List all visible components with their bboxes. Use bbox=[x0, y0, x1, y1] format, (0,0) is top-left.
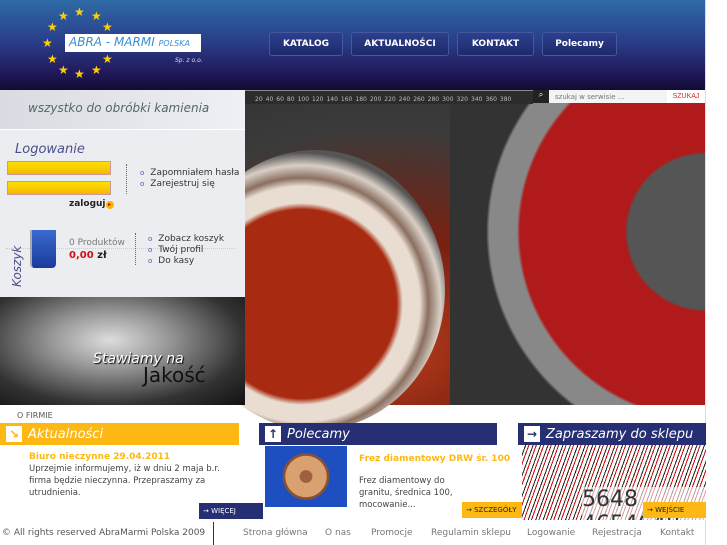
footer-link-contact[interactable]: Kontakt bbox=[660, 528, 694, 538]
cart-total: 0,00 zł bbox=[69, 250, 107, 261]
divider bbox=[126, 164, 127, 194]
login-title: Logowanie bbox=[15, 142, 85, 157]
footer-link-home[interactable]: Strona główna bbox=[243, 528, 308, 538]
basket-icon bbox=[30, 230, 56, 268]
ruler-tick-label: 340 bbox=[471, 96, 483, 103]
shop-enter-button[interactable]: → WEJŚCIE bbox=[643, 502, 706, 518]
ruler-tick-label: 160 bbox=[340, 96, 353, 103]
tagline: wszystko do obróbki kamienia bbox=[0, 90, 245, 130]
nav-katalog[interactable]: KATALOG bbox=[269, 32, 343, 56]
search-button[interactable]: SZUKAJ bbox=[667, 90, 705, 103]
ruler-tick-label: 260 bbox=[413, 96, 425, 103]
search-input[interactable] bbox=[549, 90, 667, 103]
footer: © All rights reserved AbraMarmi Polska 2… bbox=[0, 522, 705, 545]
nav-aktualnosci[interactable]: AKTUALNOŚCI bbox=[351, 32, 449, 56]
ruler-tick-label: 60 bbox=[276, 96, 284, 103]
company-suffix: Sp. z o.o. bbox=[175, 57, 203, 64]
recommended-title: Polecamy bbox=[287, 426, 350, 442]
quality-banner: Stawiamy na Jakość bbox=[0, 297, 245, 405]
news-more-button[interactable]: → WIĘCEJ bbox=[199, 503, 263, 519]
login-button-label: zaloguj bbox=[69, 199, 106, 209]
login-button[interactable]: zaloguj ▸ bbox=[69, 199, 114, 209]
footer-link-login[interactable]: Logowanie bbox=[527, 528, 575, 538]
divider bbox=[213, 522, 214, 545]
about-link[interactable]: O FIRMIE bbox=[17, 411, 53, 420]
footer-link-terms[interactable]: Regulamin sklepu bbox=[431, 528, 511, 538]
hero-image bbox=[185, 90, 705, 430]
nav-polecamy[interactable]: Polecamy bbox=[542, 32, 617, 56]
ruler-tick-label: 280 bbox=[427, 96, 440, 103]
login-field[interactable] bbox=[7, 161, 111, 175]
register-link[interactable]: Zarejestruj się bbox=[140, 179, 239, 190]
arrow-right-icon: → bbox=[524, 426, 540, 442]
cart-currency: zł bbox=[97, 250, 107, 261]
ruler-tick-label: 20 bbox=[255, 96, 263, 103]
forgot-password-link[interactable]: Zapomniałem hasła bbox=[140, 168, 239, 179]
promo-line2: Jakość bbox=[143, 363, 206, 387]
recommended-header: ↑ Polecamy bbox=[259, 423, 497, 445]
news-item-text: Uprzejmie informujemy, iż w dniu 2 maja … bbox=[29, 464, 220, 498]
shop-header: → Zapraszamy do sklepu bbox=[518, 423, 706, 445]
ruler-tick-label: 120 bbox=[312, 96, 324, 103]
ruler-tick-label: 380 bbox=[499, 96, 512, 103]
arrow-up-icon: ↑ bbox=[265, 426, 281, 442]
login-links: Zapomniałem hasła Zarejestruj się bbox=[140, 168, 239, 190]
logo[interactable]: ABRA - MARMI POLSKA bbox=[65, 34, 201, 52]
ruler-tick-label: 220 bbox=[384, 96, 396, 103]
shop-title: Zapraszamy do sklepu bbox=[546, 426, 694, 442]
page-edge bbox=[705, 0, 727, 545]
cart-title: Koszyk bbox=[10, 245, 24, 287]
news-title: Aktualności bbox=[28, 426, 104, 442]
arrow-down-right-icon: ↘ bbox=[6, 426, 22, 442]
product-details-button[interactable]: → SZCZEGÓŁY bbox=[462, 502, 522, 518]
copyright: © All rights reserved AbraMarmi Polska 2… bbox=[2, 528, 206, 538]
view-cart-link[interactable]: Zobacz koszyk bbox=[148, 234, 224, 245]
ruler-tick-label: 200 bbox=[369, 96, 382, 103]
logo-subtext: POLSKA bbox=[158, 39, 190, 48]
footer-link-about[interactable]: O nas bbox=[325, 528, 351, 538]
cart-amount: 0,00 bbox=[69, 250, 94, 261]
divider bbox=[135, 233, 136, 265]
checkout-link[interactable]: Do kasy bbox=[148, 256, 224, 267]
product-title[interactable]: Frez diamentowy DRW śr. 100 bbox=[359, 454, 510, 464]
diamond-disc-image bbox=[450, 90, 705, 405]
logo-text: ABRA - MARMI bbox=[69, 35, 155, 49]
ruler-tick-label: 180 bbox=[355, 96, 367, 103]
ruler-tick-label: 240 bbox=[398, 96, 411, 103]
ruler-tick-label: 100 bbox=[297, 96, 310, 103]
ruler-tick-label: 300 bbox=[442, 96, 454, 103]
cart-products: 0 Produktów bbox=[69, 238, 125, 248]
password-field[interactable] bbox=[7, 181, 111, 195]
ruler-tick-label: 360 bbox=[485, 96, 497, 103]
product-image[interactable] bbox=[265, 446, 347, 507]
ruler-tick-label: 40 bbox=[265, 96, 274, 103]
ruler-tick-label: 80 bbox=[286, 96, 295, 103]
search-icon: ⌕ bbox=[533, 90, 549, 103]
profile-link[interactable]: Twój profil bbox=[148, 245, 224, 256]
nav-kontakt[interactable]: KONTAKT bbox=[457, 32, 534, 56]
product-text: Frez diamentowy do granitu, średnica 100… bbox=[359, 476, 453, 510]
ruler-tick-label: 140 bbox=[326, 96, 338, 103]
header: ★ ★ ★ ★ ★ ★ ★ ★ ★ ★ ★ ABRA - MARMI POLSKA Sp. … bbox=[0, 0, 705, 90]
ruler: 20 40 60 80 100 120 140 160 180 200 220 240 260 280 30… bbox=[245, 90, 533, 104]
search-bar: ⌕ SZUKAJ bbox=[533, 90, 705, 103]
footer-link-register[interactable]: Rejestracja bbox=[592, 528, 642, 538]
cart-links: Zobacz koszyk Twój profil Do kasy bbox=[148, 234, 224, 267]
ruler-tick-label: 320 bbox=[456, 96, 468, 103]
news-item-title[interactable]: Biuro nieczynne 29.04.2011 bbox=[29, 452, 170, 462]
news-header: ↘ Aktualności bbox=[0, 423, 239, 445]
footer-link-promotions[interactable]: Promocje bbox=[371, 528, 413, 538]
sidebar: wszystko do obróbki kamienia Logowanie z… bbox=[0, 90, 245, 405]
arrow-right-icon: ▸ bbox=[105, 201, 114, 209]
